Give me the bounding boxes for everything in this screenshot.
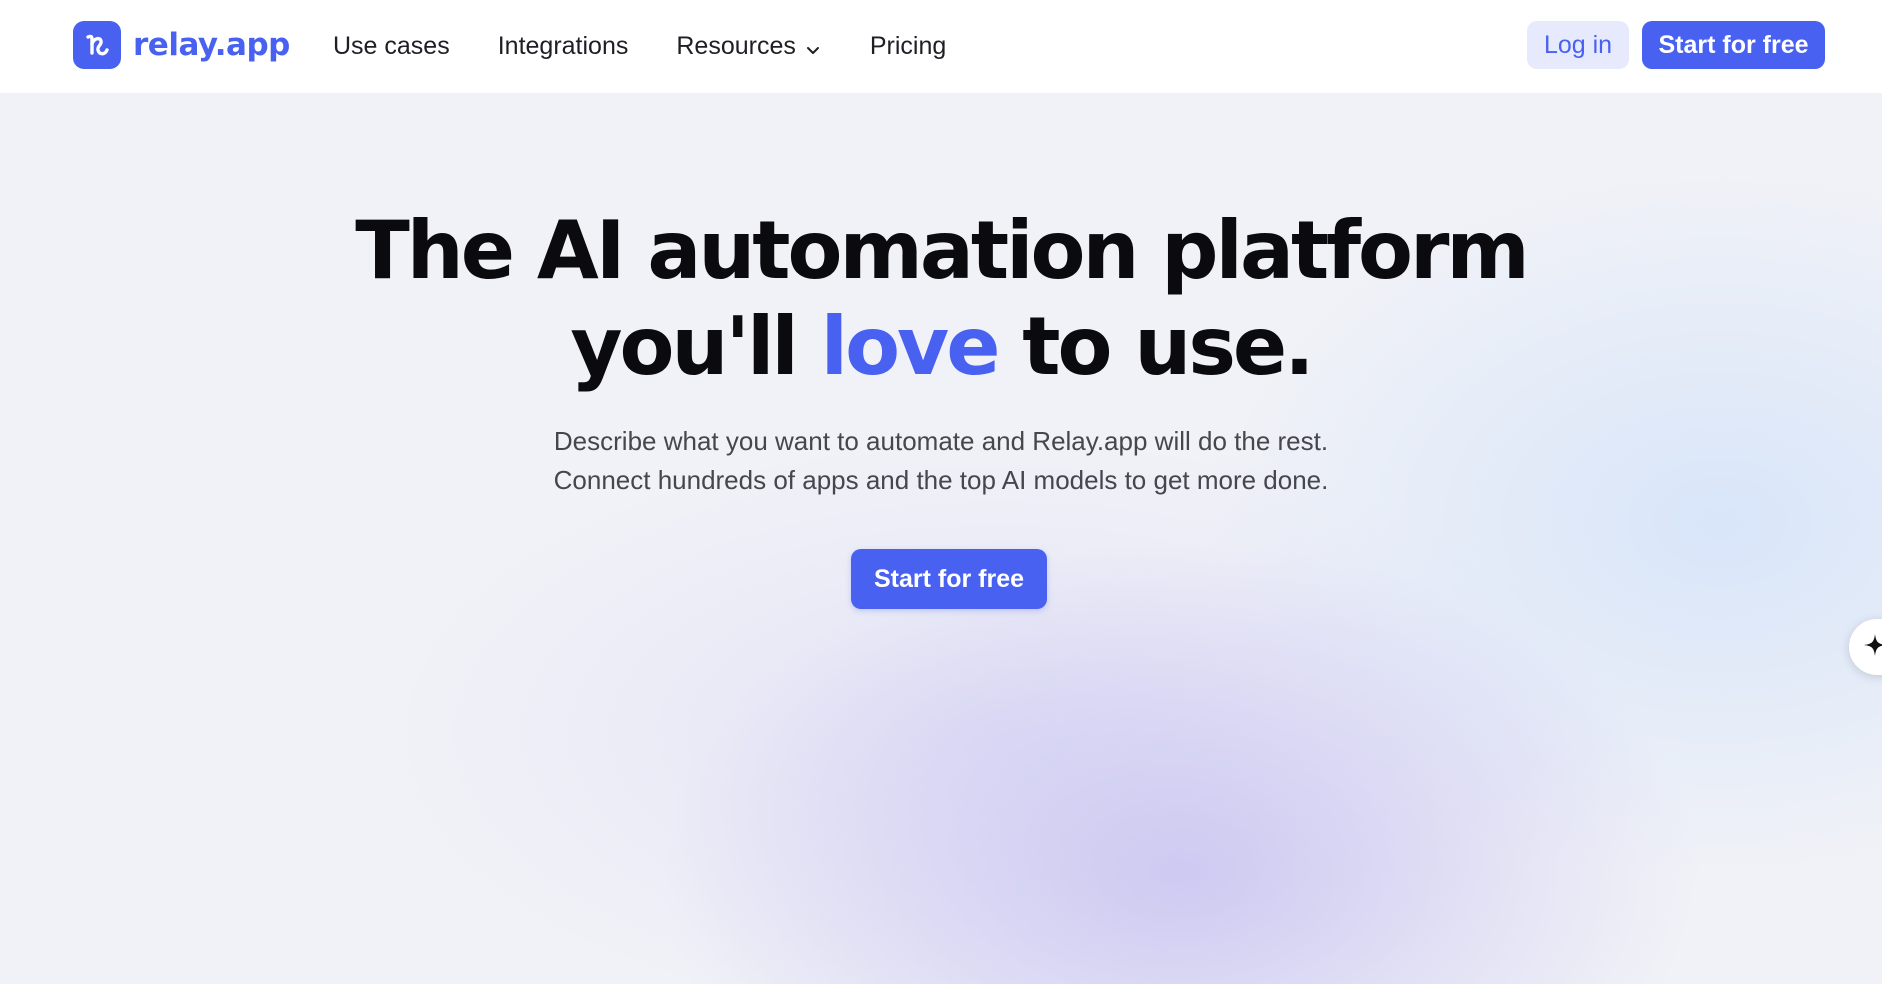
nav-link-pricing[interactable]: Pricing	[870, 32, 946, 61]
hero-section: The AI automation platform you'll love t…	[0, 93, 1882, 984]
headline-line-2-end: to use.	[997, 300, 1314, 393]
nav-link-label: Resources	[676, 31, 796, 60]
nav-link-label: Pricing	[869, 31, 947, 60]
login-button[interactable]: Log in	[1527, 21, 1629, 69]
top-navbar: relay.app Use cases Integrations Resourc…	[0, 0, 1882, 93]
sparkle-icon	[1863, 633, 1882, 662]
subtext-line-2: Connect hundreds of apps and the top AI …	[553, 465, 1329, 495]
headline-line-1: The AI automation platform	[355, 204, 1530, 297]
start-for-free-hero-button[interactable]: Start for free	[851, 549, 1047, 609]
subtext-line-1: Describe what you want to automate and R…	[553, 426, 1329, 456]
chevron-down-icon	[804, 37, 822, 55]
logo-link[interactable]: relay.app	[73, 20, 290, 70]
hero-headline: The AI automation platform you'll love t…	[0, 203, 1882, 395]
nav-link-integrations[interactable]: Integrations	[498, 32, 629, 61]
nav-link-label: Use cases	[333, 31, 450, 60]
ai-assistant-button[interactable]	[1849, 619, 1882, 675]
headline-line-2-start: you'll	[570, 300, 821, 393]
brand-name: relay.app	[133, 27, 290, 63]
headline-accent-word: love	[820, 300, 1001, 393]
nav-link-resources[interactable]: Resources	[676, 32, 822, 61]
start-for-free-nav-button[interactable]: Start for free	[1642, 21, 1825, 69]
nav-link-label: Integrations	[497, 31, 629, 60]
hero-subtext: Describe what you want to automate and R…	[0, 422, 1882, 500]
nav-link-use-cases[interactable]: Use cases	[333, 32, 450, 61]
main-nav: Use cases Integrations Resources Pricing	[333, 26, 946, 66]
relay-logo-icon	[73, 21, 121, 69]
